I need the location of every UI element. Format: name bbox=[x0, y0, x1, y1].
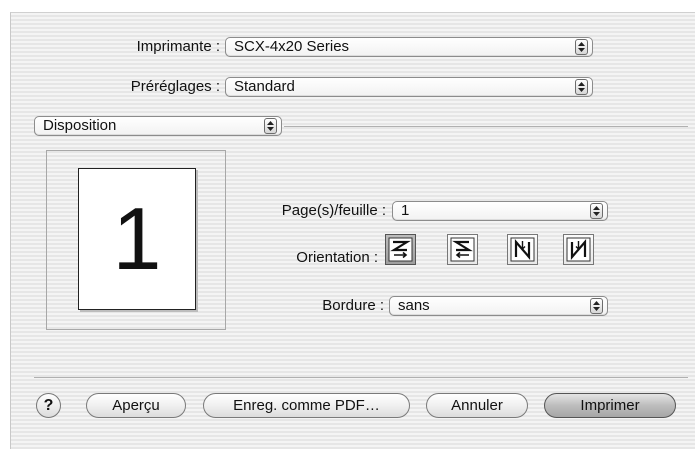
z-order-icon[interactable] bbox=[385, 234, 416, 265]
border-popup[interactable]: sans bbox=[389, 296, 608, 316]
pages-per-sheet-label: Page(s)/feuille : bbox=[281, 202, 386, 219]
presets-popup[interactable]: Standard bbox=[225, 77, 593, 97]
save-as-pdf-button[interactable]: Enreg. comme PDF… bbox=[203, 393, 410, 418]
help-button[interactable]: ? bbox=[36, 393, 61, 418]
presets-value: Standard bbox=[234, 78, 295, 95]
border-label: Bordure : bbox=[322, 297, 384, 314]
preview-button[interactable]: Aperçu bbox=[86, 393, 186, 418]
presets-label: Préréglages : bbox=[130, 78, 220, 95]
popup-arrows-icon bbox=[264, 118, 277, 134]
page-preview: 1 bbox=[78, 168, 196, 310]
pages-per-sheet-value: 1 bbox=[401, 202, 410, 219]
panel-value: Disposition bbox=[43, 117, 117, 134]
printer-popup[interactable]: SCX-4x20 Series bbox=[225, 37, 593, 57]
orientation-label: Orientation : bbox=[296, 249, 378, 266]
popup-arrows-icon bbox=[575, 79, 588, 95]
panel-separator bbox=[284, 126, 688, 127]
pages-per-sheet-popup[interactable]: 1 bbox=[392, 201, 608, 221]
popup-arrows-icon bbox=[590, 298, 603, 314]
reverse-n-order-icon[interactable] bbox=[563, 234, 594, 265]
page-number: 1 bbox=[112, 189, 162, 288]
panel-popup[interactable]: Disposition bbox=[34, 116, 282, 136]
printer-value: SCX-4x20 Series bbox=[234, 38, 350, 55]
footer-separator bbox=[34, 377, 688, 378]
border-value: sans bbox=[398, 297, 430, 314]
n-order-icon[interactable] bbox=[507, 234, 538, 265]
popup-arrows-icon bbox=[575, 39, 588, 55]
printer-label: Imprimante : bbox=[136, 38, 220, 55]
reverse-z-order-icon[interactable] bbox=[447, 234, 478, 265]
popup-arrows-icon bbox=[590, 203, 603, 219]
print-button[interactable]: Imprimer bbox=[544, 393, 676, 418]
cancel-button[interactable]: Annuler bbox=[426, 393, 528, 418]
